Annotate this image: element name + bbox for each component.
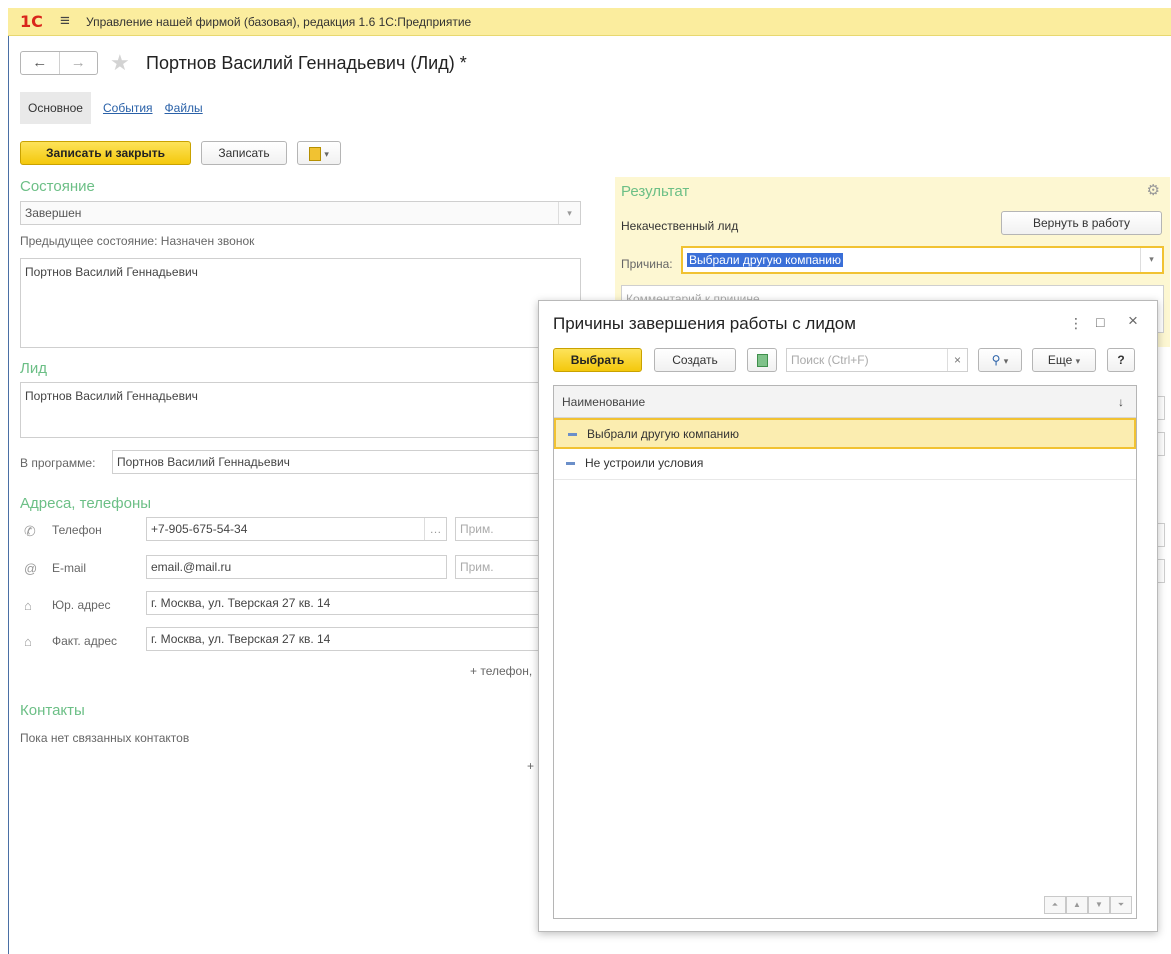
no-contacts-text: Пока нет связанных контактов bbox=[20, 731, 190, 745]
main-menu-icon[interactable]: ≡ bbox=[60, 11, 70, 31]
reason-value: Выбрали другую компанию bbox=[687, 253, 843, 267]
add-document-icon bbox=[756, 354, 768, 368]
app-title-bar: 1С ≡ Управление нашей фирмой (базовая), … bbox=[8, 8, 1171, 36]
tab-main[interactable]: Основное bbox=[20, 92, 91, 124]
form-tabs: Основное События Файлы bbox=[20, 92, 203, 124]
at-icon: @ bbox=[24, 561, 38, 576]
page-title: Портнов Василий Геннадьевич (Лид) * bbox=[146, 53, 467, 73]
list-item-icon bbox=[566, 462, 575, 466]
addresses-section-title: Адреса, телефоны bbox=[20, 495, 152, 512]
copy-button[interactable] bbox=[747, 348, 777, 372]
result-section-title: Результат bbox=[621, 183, 690, 200]
nav-buttons: ← → bbox=[20, 51, 98, 75]
reason-label: Причина: bbox=[621, 257, 673, 271]
actual-address-label: Факт. адрес bbox=[52, 634, 118, 648]
legal-address-field[interactable]: г. Москва, ул. Тверская 27 кв. 14 bbox=[146, 591, 540, 615]
sort-down-icon[interactable]: ↓ bbox=[1118, 386, 1124, 418]
scroll-up-icon[interactable]: ▲ bbox=[1066, 896, 1088, 914]
create-button[interactable]: Создать bbox=[654, 348, 736, 372]
close-icon[interactable]: × bbox=[1128, 311, 1138, 331]
row-label: Выбрали другую компанию bbox=[587, 427, 739, 441]
table-row[interactable]: Выбрали другую компанию bbox=[554, 418, 1136, 449]
add-phone-link[interactable]: + телефон, bbox=[470, 664, 532, 678]
table-row[interactable]: Не устроили условия bbox=[554, 449, 1136, 480]
dialog-title: Причины завершения работы с лидом bbox=[553, 314, 856, 333]
house-icon: ⌂ bbox=[24, 634, 32, 649]
previous-state-text: Предыдущее состояние: Назначен звонок bbox=[20, 234, 255, 248]
row-label: Не устроили условия bbox=[585, 456, 704, 470]
phone-note-field[interactable]: Прим. bbox=[455, 517, 540, 541]
app-title: Управление нашей фирмой (базовая), редак… bbox=[86, 15, 472, 29]
add-contact-link[interactable]: + bbox=[527, 759, 534, 773]
gear-icon[interactable]: ⚙ bbox=[1147, 181, 1160, 199]
more-dots-icon[interactable]: … bbox=[424, 518, 446, 540]
maximize-icon[interactable]: □ bbox=[1096, 314, 1104, 330]
document-icon bbox=[309, 146, 322, 161]
save-button[interactable]: Записать bbox=[201, 141, 287, 165]
search-input[interactable]: Поиск (Ctrl+F) × bbox=[786, 348, 968, 372]
scroll-top-icon[interactable]: ⏶ bbox=[1044, 896, 1066, 914]
list-item-icon bbox=[568, 433, 577, 437]
state-value: Завершен bbox=[25, 206, 82, 220]
select-button[interactable]: Выбрать bbox=[553, 348, 642, 372]
chevron-down-icon: ▾ bbox=[324, 149, 329, 159]
program-label: В программе: bbox=[20, 456, 96, 470]
print-menu-button[interactable]: ▾ bbox=[297, 141, 341, 165]
help-button[interactable]: ? bbox=[1107, 348, 1135, 372]
column-name-header: Наименование bbox=[562, 395, 646, 409]
clear-icon[interactable]: × bbox=[947, 349, 967, 371]
search-icon: ⚲ bbox=[991, 353, 1001, 367]
table-header[interactable]: Наименование ↓ bbox=[554, 386, 1136, 418]
more-menu-button[interactable]: Еще ▾ bbox=[1032, 348, 1096, 372]
chevron-down-icon: ▾ bbox=[1075, 356, 1081, 366]
reasons-dialog: Причины завершения работы с лидом ⋮ □ × … bbox=[538, 300, 1158, 932]
search-options-button[interactable]: ⚲ ▾ bbox=[978, 348, 1022, 372]
favorite-star-icon[interactable]: ★ bbox=[110, 50, 130, 76]
save-and-close-button[interactable]: Записать и закрыть bbox=[20, 141, 191, 165]
app-logo: 1С bbox=[20, 12, 43, 31]
phone-value: +7-905-675-54-34 bbox=[151, 522, 248, 536]
lead-note-field[interactable]: Портнов Василий Геннадьевич bbox=[20, 382, 540, 438]
phone-field[interactable]: +7-905-675-54-34 … bbox=[146, 517, 447, 541]
return-to-work-button[interactable]: Вернуть в работу bbox=[1001, 211, 1162, 235]
email-field[interactable]: email.@mail.ru bbox=[146, 555, 447, 579]
phone-label: Телефон bbox=[52, 523, 102, 537]
more-vertical-icon[interactable]: ⋮ bbox=[1069, 315, 1083, 332]
window-border bbox=[8, 36, 9, 954]
program-field[interactable]: Портнов Василий Геннадьевич bbox=[112, 450, 540, 474]
actual-address-field[interactable]: г. Москва, ул. Тверская 27 кв. 14 bbox=[146, 627, 540, 651]
scroll-bottom-icon[interactable]: ⏷ bbox=[1110, 896, 1132, 914]
state-select[interactable]: Завершен ▾ bbox=[20, 201, 581, 225]
more-label: Еще bbox=[1047, 353, 1073, 367]
forward-arrow-icon[interactable]: → bbox=[58, 52, 98, 74]
reason-field[interactable]: Выбрали другую компанию ▾ bbox=[681, 246, 1164, 274]
tab-files[interactable]: Файлы bbox=[165, 101, 203, 115]
chevron-down-icon[interactable]: ▾ bbox=[1140, 248, 1162, 272]
lead-section-title: Лид bbox=[20, 360, 47, 377]
back-arrow-icon[interactable]: ← bbox=[21, 52, 59, 74]
tab-events[interactable]: События bbox=[103, 101, 153, 115]
phone-icon: ✆ bbox=[24, 523, 36, 539]
scroll-controls: ⏶ ▲ ▼ ⏷ bbox=[1044, 896, 1132, 914]
reasons-table: Наименование ↓ Выбрали другую компанию Н… bbox=[553, 385, 1137, 919]
chevron-down-icon: ▾ bbox=[1003, 356, 1009, 366]
search-placeholder: Поиск (Ctrl+F) bbox=[791, 353, 869, 367]
legal-address-label: Юр. адрес bbox=[52, 598, 111, 612]
state-section-title: Состояние bbox=[20, 178, 95, 195]
house-icon: ⌂ bbox=[24, 598, 32, 613]
email-note-field[interactable]: Прим. bbox=[455, 555, 540, 579]
contacts-section-title: Контакты bbox=[20, 702, 85, 719]
email-label: E-mail bbox=[52, 561, 87, 575]
scroll-down-icon[interactable]: ▼ bbox=[1088, 896, 1110, 914]
state-note-field[interactable]: Портнов Василий Геннадьевич bbox=[20, 258, 581, 348]
result-status-text: Некачественный лид bbox=[621, 219, 739, 233]
chevron-down-icon[interactable]: ▾ bbox=[558, 202, 580, 224]
